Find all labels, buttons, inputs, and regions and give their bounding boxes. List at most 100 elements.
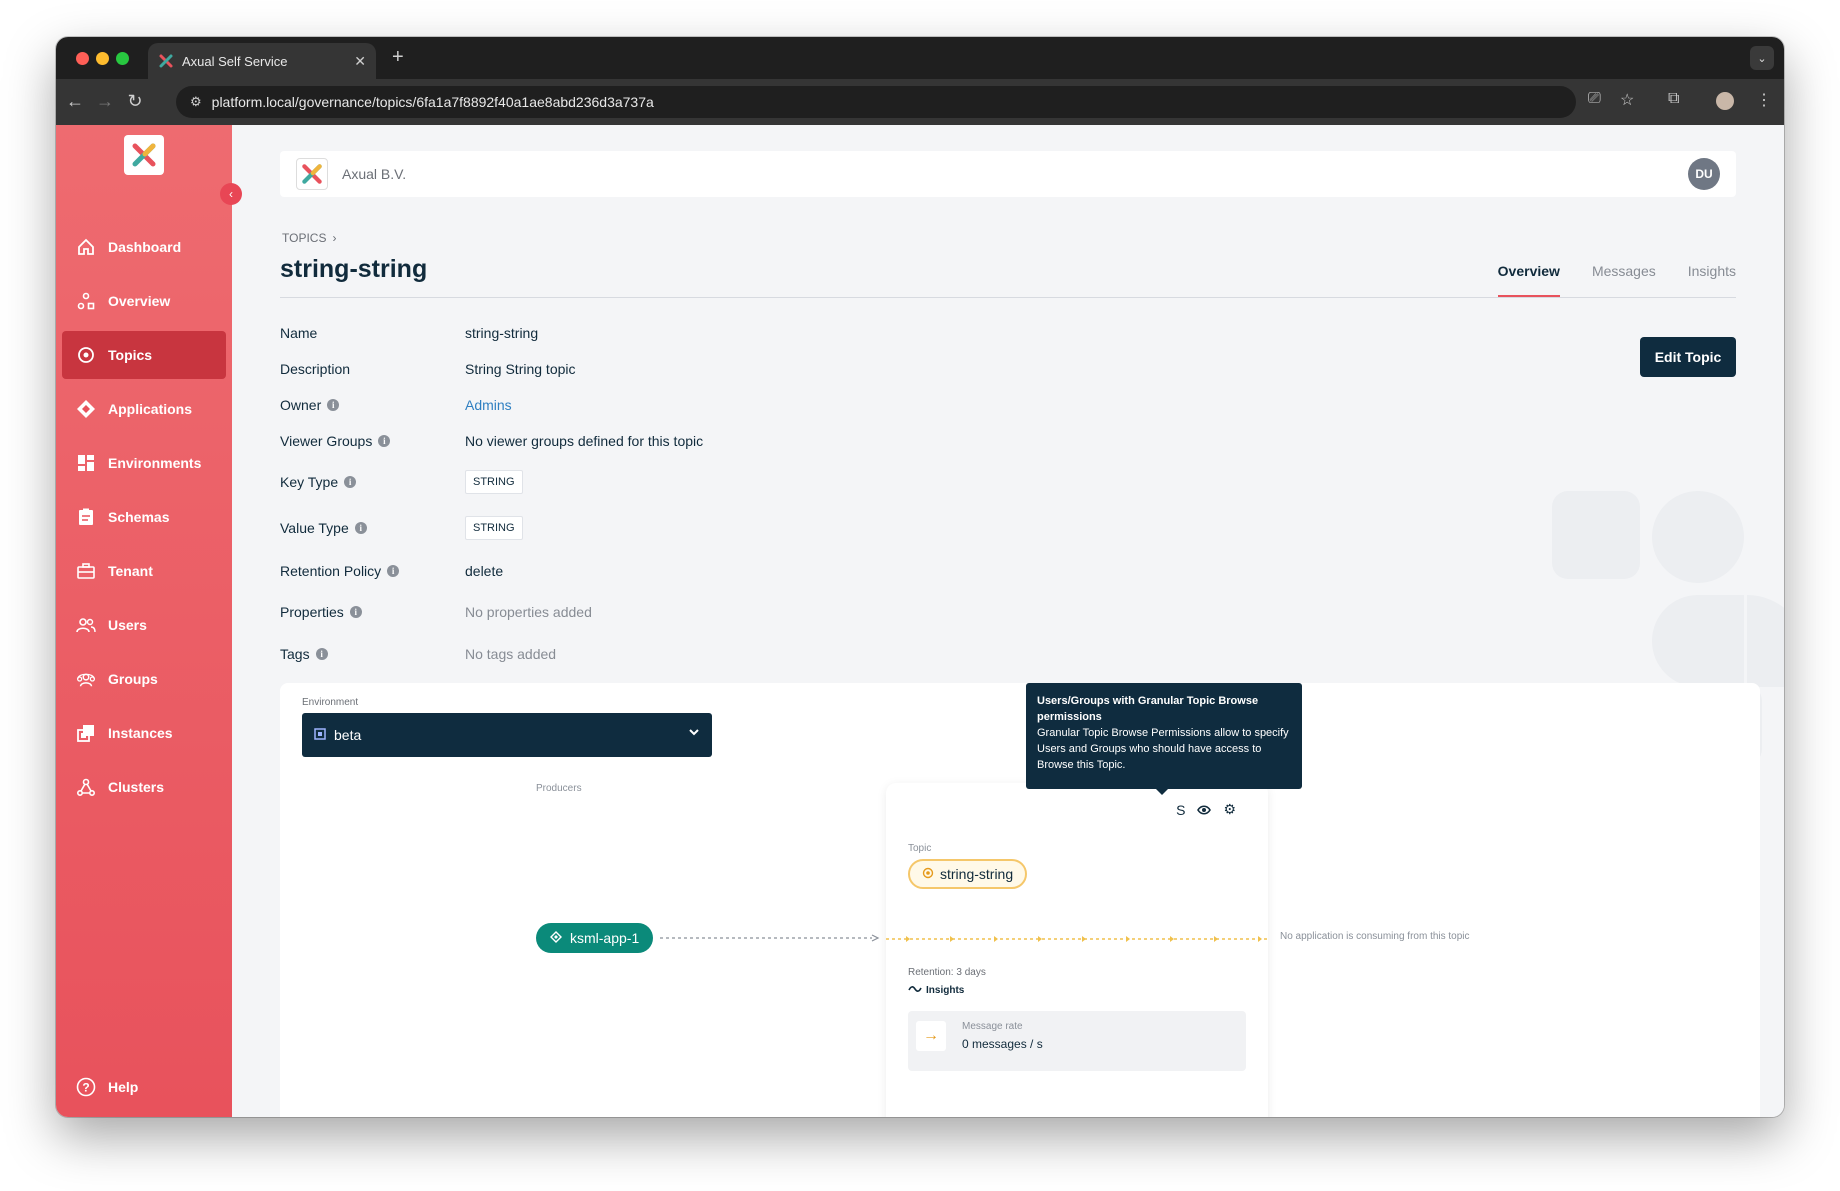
property-label: Key Type i xyxy=(280,474,465,490)
header-divider xyxy=(280,297,1736,298)
chevron-down-icon xyxy=(688,725,700,741)
sidebar-item-instances[interactable]: Instances xyxy=(62,709,226,757)
property-value: delete xyxy=(465,563,504,579)
breadcrumb: TOPICS › xyxy=(282,231,336,245)
topic-label: Topic xyxy=(908,843,932,854)
property-label-text: Viewer Groups xyxy=(280,433,373,449)
breadcrumb-topics-link[interactable]: TOPICS xyxy=(282,231,326,245)
sidebar-nav: Dashboard Overview Topics Applications E… xyxy=(62,223,226,817)
sidebar-item-overview[interactable]: Overview xyxy=(62,277,226,325)
tooltip-arrow xyxy=(1156,789,1168,795)
property-row-retention-policy: Retention Policy i delete xyxy=(280,551,1080,591)
tab-close-icon[interactable]: ✕ xyxy=(354,53,366,70)
bookmark-star-icon[interactable]: ☆ xyxy=(1620,90,1634,110)
sidebar-item-topics[interactable]: Topics xyxy=(62,331,226,379)
tab-messages[interactable]: Messages xyxy=(1592,263,1656,297)
owner-link[interactable]: Admins xyxy=(465,397,512,413)
insights-link[interactable]: Insights xyxy=(908,985,964,996)
property-label: Retention Policy i xyxy=(280,563,465,579)
property-row-name: Name string-string xyxy=(280,315,1080,351)
sidebar-item-applications[interactable]: Applications xyxy=(62,385,226,433)
browse-permissions-tooltip: Users/Groups with Granular Topic Browse … xyxy=(1026,683,1302,795)
eye-icon[interactable] xyxy=(1197,802,1212,818)
svg-text:?: ? xyxy=(82,1081,89,1095)
property-value: string-string xyxy=(465,325,539,341)
profile-avatar-icon[interactable] xyxy=(1716,92,1734,110)
info-icon[interactable]: i xyxy=(315,648,328,660)
property-label: Properties i xyxy=(280,604,465,620)
property-label-text: Tags xyxy=(280,646,310,662)
browser-menu-icon[interactable]: ⋮ xyxy=(1756,90,1772,110)
sidebar-item-label: Environments xyxy=(108,455,202,471)
property-label: Name xyxy=(280,325,465,341)
users-icon xyxy=(76,615,96,635)
property-row-value-type: Value Type i STRING xyxy=(280,505,1080,551)
environment-icon xyxy=(314,727,326,743)
help-section: ? Help xyxy=(62,1063,226,1117)
property-row-description: Description String String topic xyxy=(280,351,1080,387)
environment-label: Environment xyxy=(302,697,359,708)
app-root: Dashboard Overview Topics Applications E… xyxy=(56,125,1784,1117)
info-icon[interactable]: i xyxy=(387,565,400,577)
producer-app-name: ksml-app-1 xyxy=(570,930,640,946)
property-label-text: Key Type xyxy=(280,474,339,490)
forward-icon[interactable]: → xyxy=(94,91,116,112)
info-icon[interactable]: i xyxy=(354,522,367,534)
back-icon[interactable]: ← xyxy=(64,91,86,112)
site-info-icon[interactable]: ⚙ xyxy=(190,94,202,110)
page-title: string-string xyxy=(280,255,428,283)
sidebar-item-tenant[interactable]: Tenant xyxy=(62,547,226,595)
topic-flow-panel: Environment beta Producers ksml-app-1 S … xyxy=(280,683,1760,1117)
instances-icon xyxy=(76,723,96,743)
address-bar[interactable]: ⚙ platform.local/governance/topics/6fa1a… xyxy=(176,86,1576,118)
info-icon[interactable]: i xyxy=(327,399,340,411)
tab-overview[interactable]: Overview xyxy=(1497,263,1560,297)
reload-icon[interactable]: ↻ xyxy=(124,91,146,112)
topic-properties: Name string-string Description String St… xyxy=(280,315,1080,675)
sidebar-item-label: Tenant xyxy=(108,563,153,579)
help-label: Help xyxy=(108,1079,139,1095)
info-icon[interactable]: i xyxy=(344,476,357,488)
gear-icon[interactable]: ⚙ xyxy=(1223,801,1236,818)
minimize-window-button[interactable] xyxy=(96,52,109,65)
sidebar-item-environments[interactable]: Environments xyxy=(62,439,226,487)
axual-logo[interactable] xyxy=(124,135,164,175)
environment-select[interactable]: beta xyxy=(302,713,712,757)
new-tab-icon[interactable]: + xyxy=(392,46,404,69)
sidebar-item-help[interactable]: ? Help xyxy=(62,1063,226,1111)
producer-app-node[interactable]: ksml-app-1 xyxy=(536,923,654,953)
browser-tab[interactable]: Axual Self Service ✕ xyxy=(148,43,376,79)
organization-header: Axual B.V. DU xyxy=(280,151,1736,197)
property-label-text: Description xyxy=(280,361,351,377)
background-decoration xyxy=(1747,595,1784,687)
sidebar-item-groups[interactable]: Groups xyxy=(62,655,226,703)
topic-node[interactable]: string-string xyxy=(908,859,1028,889)
arrow-right-icon: → xyxy=(916,1021,946,1051)
sidebar-item-clusters[interactable]: Clusters xyxy=(62,763,226,811)
sidebar-item-dashboard[interactable]: Dashboard xyxy=(62,223,226,271)
sidebar-item-users[interactable]: Users xyxy=(62,601,226,649)
collapse-sidebar-button[interactable]: ‹ xyxy=(220,183,242,205)
extensions-icon[interactable]: ⧉ xyxy=(1668,90,1679,108)
background-decoration xyxy=(1652,491,1744,583)
info-icon[interactable]: i xyxy=(349,606,362,618)
maximize-window-button[interactable] xyxy=(116,52,129,65)
property-row-viewer-groups: Viewer Groups i No viewer groups defined … xyxy=(280,423,1080,459)
value-type-chip: STRING xyxy=(465,516,523,540)
install-app-icon[interactable]: ⎚ xyxy=(1588,90,1601,108)
sidebar-item-schemas[interactable]: Schemas xyxy=(62,493,226,541)
tab-search-icon[interactable]: ⌄ xyxy=(1750,46,1774,70)
sidebar-item-label: Schemas xyxy=(108,509,170,525)
user-avatar[interactable]: DU xyxy=(1688,158,1720,190)
info-icon[interactable]: i xyxy=(378,435,391,447)
axual-logo-icon xyxy=(302,164,322,184)
clusters-icon xyxy=(76,777,96,797)
close-window-button[interactable] xyxy=(76,52,89,65)
main-content: Axual B.V. DU TOPICS › string-string Ove… xyxy=(232,125,1784,1117)
edit-topic-button[interactable]: Edit Topic xyxy=(1640,337,1736,377)
schema-s-icon[interactable]: S xyxy=(1176,802,1185,818)
schemas-icon xyxy=(76,507,96,527)
tenant-icon xyxy=(76,561,96,581)
property-row-properties: Properties i No properties added xyxy=(280,591,1080,633)
tab-insights[interactable]: Insights xyxy=(1688,263,1736,297)
